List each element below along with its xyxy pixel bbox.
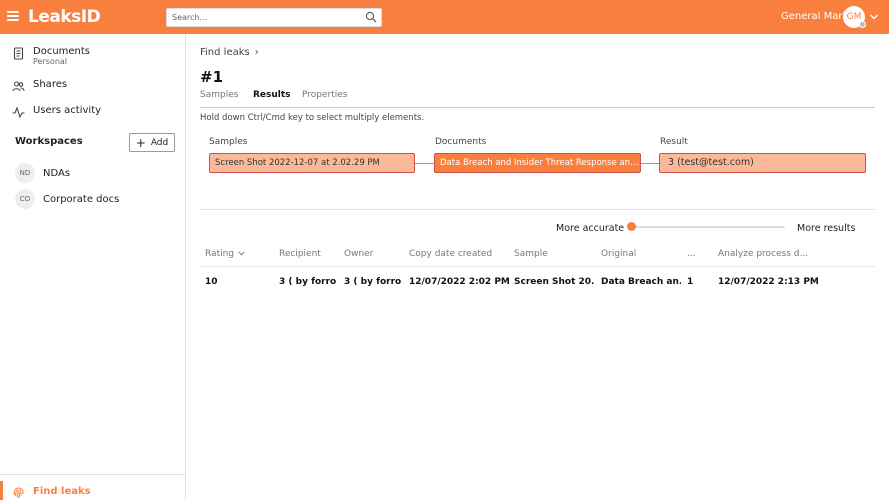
tab-samples[interactable]: Samples	[200, 90, 238, 100]
workspace-badge: ND	[15, 163, 35, 183]
result-item[interactable]: 3 (test@test.com)	[659, 153, 866, 173]
status-dot	[859, 21, 866, 28]
page-title: #1	[200, 68, 224, 86]
column-header-owner[interactable]: Owner	[344, 249, 373, 259]
chevron-right-icon: ›	[254, 47, 259, 58]
sidebar-item-users-activity[interactable]: Users activity	[12, 105, 101, 119]
sidebar: Documents Personal Shares Users activity…	[0, 34, 186, 500]
cell-owner: 3 ( by forro...	[344, 277, 402, 287]
section-divider	[200, 209, 875, 210]
active-indicator	[0, 481, 3, 500]
flow-connector	[415, 163, 434, 164]
column-header-recipient[interactable]: Recipient	[279, 249, 321, 259]
cell-analyze-date: 12/07/2022 2:13 PM	[718, 277, 819, 287]
workspace-badge: CO	[15, 189, 35, 209]
sidebar-item-label: Users activity	[33, 105, 102, 116]
workspace-item-ndas[interactable]: ND NDAs	[15, 163, 70, 183]
workspace-label: Corporate docs	[43, 193, 120, 205]
sidebar-item-find-leaks[interactable]: Find leaks	[0, 474, 185, 500]
cell-sample: Screen Shot 20...	[514, 277, 594, 287]
accuracy-slider-track[interactable]	[629, 226, 785, 228]
cell-rating: 10	[205, 277, 218, 287]
sidebar-item-label: Documents	[33, 46, 91, 57]
breadcrumb[interactable]: Find leaks ›	[200, 47, 259, 58]
sidebar-item-sublabel: Personal	[33, 57, 68, 66]
accuracy-slider-thumb[interactable]	[627, 222, 636, 231]
top-bar: LeaksID General Mark GM	[0, 0, 889, 34]
cell-original: Data Breach an...	[601, 277, 681, 287]
sidebar-item-label: Find leaks	[33, 486, 91, 497]
tab-results[interactable]: Results	[253, 90, 291, 100]
flow-connector	[641, 163, 659, 164]
add-button-label: Add	[150, 137, 169, 148]
add-workspace-button[interactable]: + Add	[129, 133, 175, 152]
document-item[interactable]: Data Breach and Insider Threat Response …	[434, 153, 641, 173]
cell-copy-date: 12/07/2022 2:02 PM	[409, 277, 509, 287]
workspace-label: NDAs	[43, 167, 71, 179]
cell-count: 1	[687, 277, 694, 287]
search-box[interactable]	[166, 8, 382, 27]
plus-icon: +	[135, 135, 146, 150]
column-header-copy-date[interactable]: Copy date created	[409, 249, 492, 259]
slider-label-accurate: More accurate	[556, 223, 625, 234]
breadcrumb-link[interactable]: Find leaks	[200, 47, 250, 58]
samples-column-label: Samples	[209, 137, 248, 147]
menu-icon[interactable]	[7, 11, 19, 21]
workspaces-title: Workspaces	[15, 136, 83, 147]
fingerprint-icon	[13, 487, 24, 499]
column-header-analyze-date[interactable]: Analyze process d...	[718, 249, 808, 259]
column-header-original[interactable]: Original	[601, 249, 636, 259]
selection-hint: Hold down Ctrl/Cmd key to select multipl…	[200, 113, 425, 123]
documents-column-label: Documents	[435, 137, 487, 147]
user-name[interactable]: General Mark	[781, 11, 848, 22]
result-column-label: Result	[660, 137, 688, 147]
sidebar-item-documents[interactable]: Documents Personal	[12, 46, 90, 66]
users-icon	[12, 81, 25, 92]
activity-icon	[12, 106, 25, 119]
chevron-down-icon[interactable]	[869, 12, 879, 22]
tab-properties[interactable]: Properties	[302, 90, 347, 100]
app-logo[interactable]: LeaksID	[28, 7, 101, 27]
column-header-label: Rating	[205, 249, 235, 259]
document-icon	[13, 47, 24, 60]
column-header-sample[interactable]: Sample	[514, 249, 548, 259]
search-icon[interactable]	[365, 11, 377, 23]
cell-recipient: 3 ( by forro...	[279, 277, 337, 287]
slider-label-results: More results	[797, 223, 856, 234]
chevron-down-icon	[238, 251, 245, 256]
table-header-divider	[200, 266, 875, 267]
search-input[interactable]	[167, 9, 357, 26]
column-header-rating[interactable]: Rating	[205, 249, 245, 259]
column-header-more[interactable]: ...	[687, 249, 696, 259]
sample-item[interactable]: Screen Shot 2022-12-07 at 2.02.29 PM	[209, 153, 415, 173]
sidebar-item-shares[interactable]: Shares	[12, 79, 67, 93]
sidebar-item-label: Shares	[33, 79, 68, 90]
workspace-item-corporate-docs[interactable]: CO Corporate docs	[15, 189, 119, 209]
tab-bar: Samples Results Properties	[200, 90, 875, 108]
